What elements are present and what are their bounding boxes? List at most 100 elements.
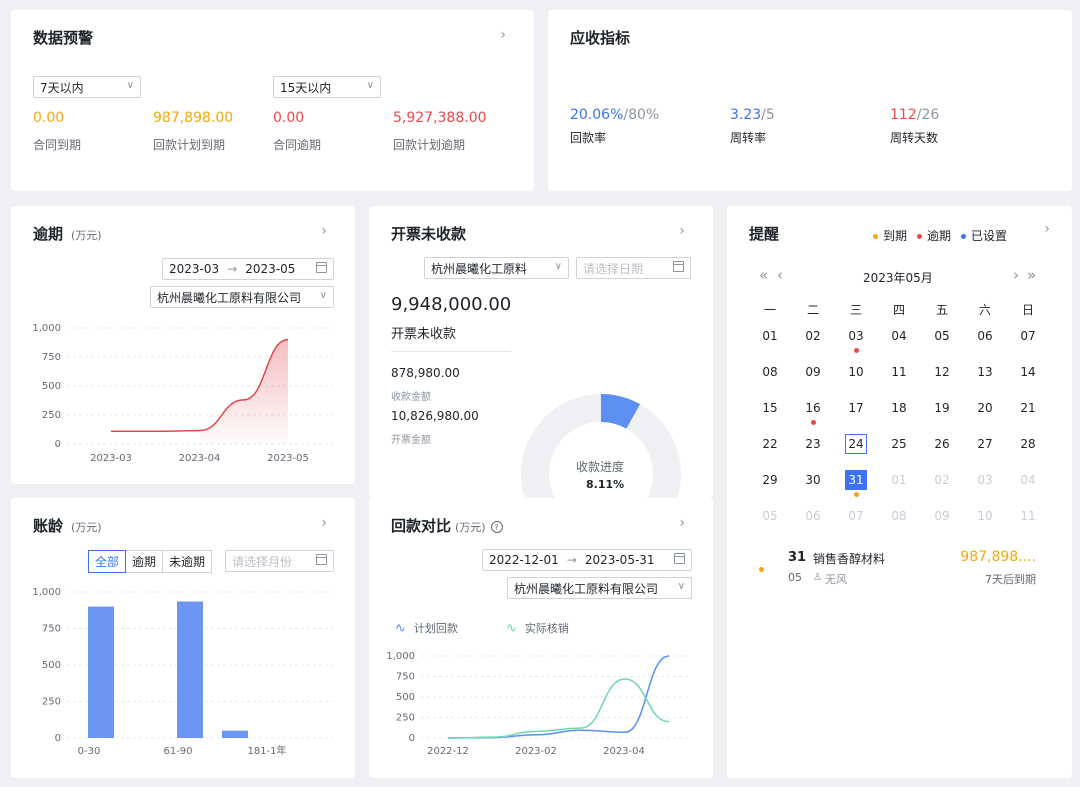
aging-bar [88, 606, 114, 738]
item-day: 31 [788, 550, 807, 565]
overdue-dot-icon [854, 348, 859, 353]
comparison-card: 回款对比 (万元)? › 2022-12-01 → 2023-05-31 杭州晨曦… [369, 498, 713, 778]
select-value: 7天以内 [40, 80, 84, 95]
calendar-day[interactable]: 05 [930, 326, 954, 346]
period-select-contract[interactable]: 7天以内 ∨ [33, 76, 141, 98]
calendar-day[interactable]: 27 [973, 434, 997, 454]
calendar-day[interactable]: 06 [801, 506, 825, 526]
person-icon: ♙ [813, 572, 822, 583]
calendar-day[interactable]: 01 [758, 326, 782, 346]
calendar-day[interactable]: 25 [887, 434, 911, 454]
calendar-day[interactable]: 07 [844, 506, 868, 526]
y-tick-label: 1,000 [386, 651, 415, 662]
calendar-day[interactable]: 11 [1016, 506, 1040, 526]
metric-target: /80% [623, 107, 660, 123]
calendar-day[interactable]: 03 [844, 326, 868, 346]
x-tick-label: 2023-04 [179, 453, 221, 464]
x-tick-label: 2022-12 [427, 746, 469, 757]
aging-chart: 0 250 500 750 1,000 0-30 61-90 181-1年 [32, 587, 333, 757]
calendar-day[interactable]: 18 [887, 398, 911, 418]
calendar-day[interactable]: 22 [758, 434, 782, 454]
aging-bar [177, 601, 203, 738]
calendar-day[interactable]: 19 [930, 398, 954, 418]
calendar-day[interactable]: 23 [801, 434, 825, 454]
weekday-label: 二 [806, 303, 819, 317]
stat-value: 987,898.00 [153, 110, 234, 126]
metric-value: 20.06% [570, 107, 624, 123]
overdue-dot-icon [811, 420, 816, 425]
item-person: 无风 [825, 573, 847, 586]
progress-label: 收款进度 [576, 460, 625, 474]
weekday-label: 三 [849, 303, 862, 317]
due-dot-icon [854, 492, 859, 497]
x-tick-label: 181-1年 [247, 744, 286, 757]
calendar-day[interactable]: 04 [1016, 470, 1040, 490]
calendar-day[interactable]: 20 [973, 398, 997, 418]
reminder-card: 提醒 › 到期 逾期 已设置 « ‹ 2023年05月 › » 一二三四五六日0… [727, 206, 1072, 778]
y-tick-label: 250 [42, 697, 61, 708]
metric-target: /5 [761, 107, 775, 123]
calendar-grid: 一 二 三 四 五 六 日 01 02 03 04 05 06 07 08 09 10 11 12 13 14 15 16 1… [727, 206, 1072, 536]
calendar-day[interactable]: 06 [973, 326, 997, 346]
calendar-day[interactable]: 15 [758, 398, 782, 418]
calendar-day[interactable]: 07 [1016, 326, 1040, 346]
collection-progress-donut [521, 394, 681, 498]
calendar-day[interactable]: 14 [1016, 362, 1040, 382]
progress-value: 8.11% [586, 478, 625, 491]
calendar-day[interactable]: 29 [758, 470, 782, 490]
calendar-day[interactable]: 10 [973, 506, 997, 526]
y-tick-label: 750 [42, 352, 61, 363]
item-month: 05 [788, 571, 802, 584]
overdue-area [199, 339, 288, 444]
metric-label: 周转率 [730, 131, 767, 145]
y-tick-label: 250 [42, 410, 61, 421]
y-tick-label: 750 [42, 624, 61, 635]
metric-turnover-days: 112/26 [890, 107, 939, 123]
calendar-day[interactable]: 28 [1016, 434, 1040, 454]
calendar-day[interactable]: 03 [973, 470, 997, 490]
calendar-day[interactable]: 13 [973, 362, 997, 382]
calendar-day[interactable]: 30 [801, 470, 825, 490]
calendar-day[interactable]: 10 [844, 362, 868, 382]
calendar-day[interactable]: 08 [758, 362, 782, 382]
item-due: 7天后到期 [985, 573, 1036, 586]
x-tick-label: 0-30 [78, 746, 101, 757]
y-tick-label: 750 [396, 672, 415, 683]
calendar-day[interactable]: 31 [845, 470, 867, 490]
weekday-label: 一 [763, 303, 776, 317]
calendar-day[interactable]: 02 [930, 470, 954, 490]
x-tick-label: 2023-03 [90, 453, 132, 464]
aging-bar [222, 730, 248, 738]
calendar-day[interactable]: 26 [930, 434, 954, 454]
metric-value: 3.23 [730, 107, 762, 123]
period-select-payment[interactable]: 15天以内 ∨ [273, 76, 381, 98]
select-value: 15天以内 [280, 80, 332, 95]
calendar-day[interactable]: 04 [887, 326, 911, 346]
calendar-day[interactable]: 01 [887, 470, 911, 490]
calendar-day[interactable]: 17 [844, 398, 868, 418]
calendar-day[interactable]: 16 [801, 398, 825, 418]
calendar-day[interactable]: 21 [1016, 398, 1040, 418]
calendar-day[interactable]: 12 [930, 362, 954, 382]
y-tick-label: 0 [55, 733, 61, 744]
y-tick-label: 500 [42, 381, 61, 392]
calendar-day[interactable]: 24 [845, 434, 867, 454]
stat-label: 回款计划到期 [153, 138, 226, 152]
reminder-item[interactable]: 31 05 销售香醇材料 ♙ 无风 987,898.... 7天后到期 [727, 546, 1072, 591]
chevron-right-icon[interactable]: › [500, 28, 506, 42]
donut-progress-arc [600, 394, 641, 429]
calendar-day[interactable]: 11 [887, 362, 911, 382]
calendar-day[interactable]: 09 [801, 362, 825, 382]
item-name: 销售香醇材料 [813, 552, 886, 566]
calendar-day[interactable]: 08 [887, 506, 911, 526]
y-tick-label: 1,000 [32, 587, 61, 598]
weekday-label: 五 [935, 303, 948, 317]
calendar-day[interactable]: 02 [801, 326, 825, 346]
calendar-day[interactable]: 05 [758, 506, 782, 526]
receivable-card: 应收指标 20.06%/80% 回款率 3.23/5 周转率 112/26 周转… [548, 10, 1072, 191]
calendar-day[interactable]: 09 [930, 506, 954, 526]
metric-value: 112 [890, 107, 917, 123]
comparison-chart: 0 250 500 750 1,000 2022-12 2023-02 2023-04 [386, 651, 691, 757]
x-tick-label: 2023-05 [267, 453, 309, 464]
stat-value: 0.00 [33, 110, 65, 126]
